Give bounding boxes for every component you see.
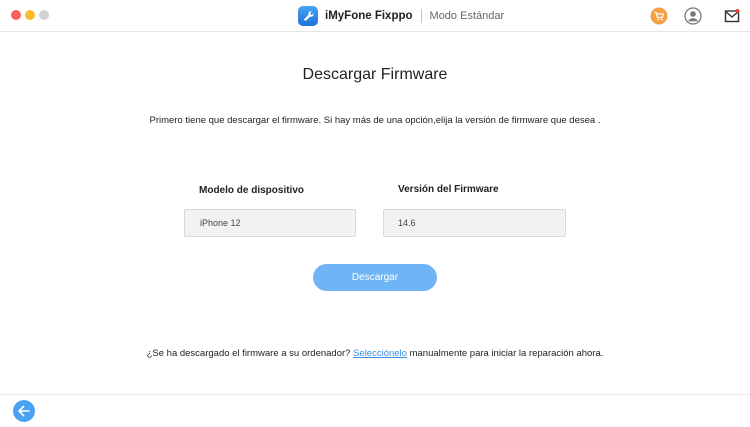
page-title: Descargar Firmware bbox=[302, 66, 448, 83]
close-window-button[interactable] bbox=[11, 10, 21, 20]
manual-select-note-after: manualmente para iniciar la reparación a… bbox=[406, 348, 604, 359]
firmware-version-label: Versión del Firmware bbox=[398, 184, 499, 195]
maximize-window-button[interactable] bbox=[39, 10, 49, 20]
download-button[interactable]: Descargar bbox=[313, 264, 437, 291]
title-divider bbox=[420, 9, 422, 23]
wrench-icon bbox=[298, 6, 318, 26]
bottom-divider bbox=[0, 394, 750, 395]
title-bar: iMyFone Fixppo Modo Estándar bbox=[0, 0, 750, 32]
manual-select-note: ¿Se ha descargado el firmware a su orden… bbox=[0, 348, 750, 359]
user-icon[interactable] bbox=[684, 7, 702, 25]
mail-icon[interactable] bbox=[723, 7, 741, 25]
firmware-version-field[interactable]: 14.6 bbox=[383, 209, 566, 237]
back-button[interactable] bbox=[13, 400, 35, 422]
device-model-label: Modelo de dispositivo bbox=[199, 185, 305, 196]
device-model-field: iPhone 12 bbox=[184, 209, 356, 237]
mode-label: Modo Estándar bbox=[429, 10, 505, 22]
cart-icon[interactable] bbox=[650, 7, 668, 25]
instructions-text: Primero tiene que descargar el firmware.… bbox=[149, 115, 601, 126]
app-name: iMyFone Fixppo bbox=[325, 10, 413, 22]
select-firmware-link[interactable]: Selecciónelo bbox=[353, 348, 407, 359]
minimize-window-button[interactable] bbox=[25, 10, 35, 20]
arrow-left-icon bbox=[18, 405, 30, 417]
manual-select-note-before: ¿Se ha descargado el firmware a su orden… bbox=[146, 348, 354, 359]
app-brand: iMyFone Fixppo Modo Estándar bbox=[298, 5, 504, 27]
